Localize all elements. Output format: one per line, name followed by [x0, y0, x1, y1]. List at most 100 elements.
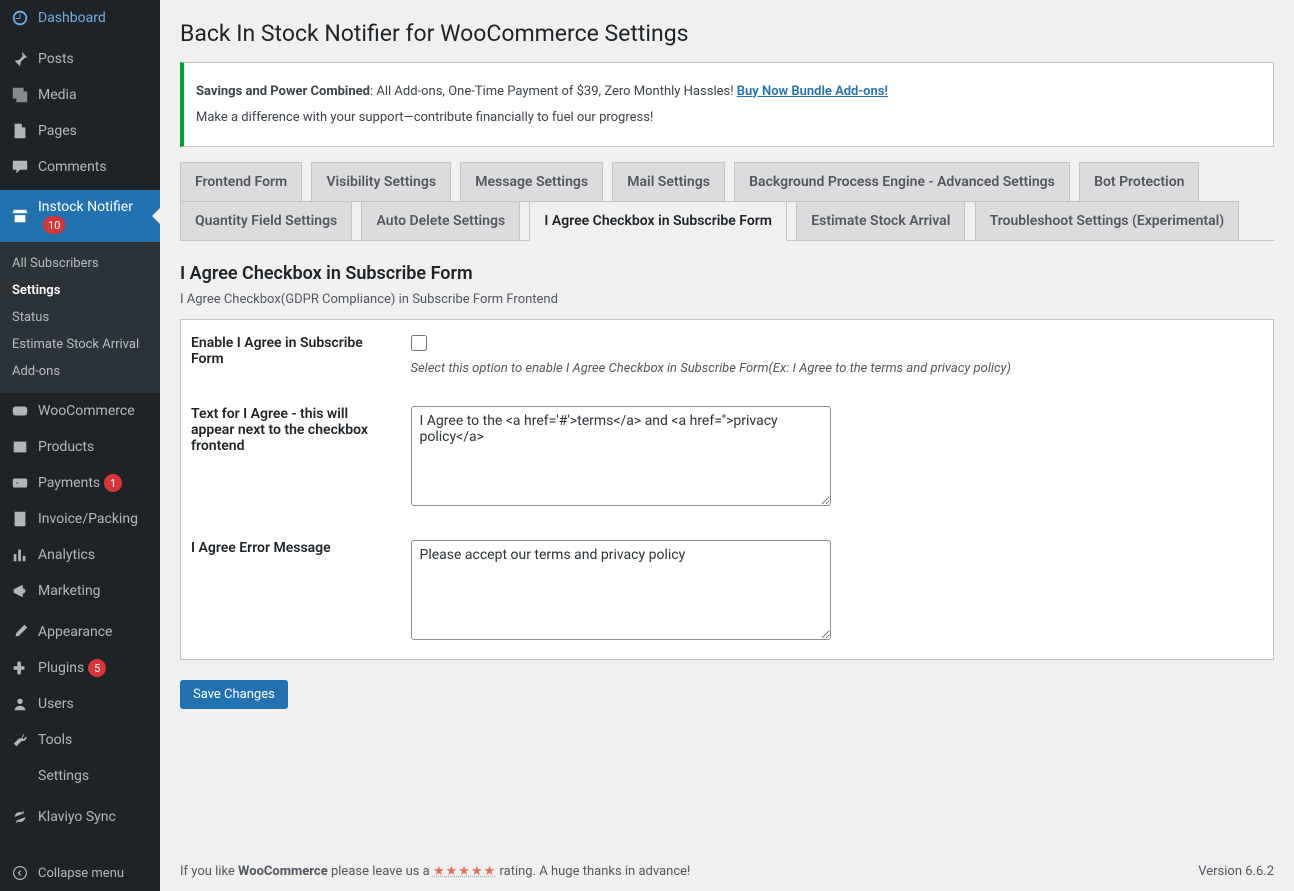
- tab-message-settings[interactable]: Message Settings: [460, 162, 603, 202]
- sidebar-item-label: Instock Notifier: [38, 199, 133, 215]
- promo-notice: Savings and Power Combined: All Add-ons,…: [180, 62, 1274, 147]
- notification-badge: 5: [88, 659, 106, 677]
- sidebar-item-analytics[interactable]: Analytics: [0, 537, 160, 573]
- analytics-icon: [10, 545, 30, 565]
- sidebar-item-dashboard[interactable]: Dashboard: [0, 0, 160, 36]
- sidebar-item-tools[interactable]: Tools: [0, 722, 160, 758]
- plugin-icon: [10, 658, 30, 678]
- sidebar-item-label: Appearance: [38, 623, 112, 641]
- tab-background-process-engine-advanced-settings[interactable]: Background Process Engine - Advanced Set…: [734, 162, 1070, 202]
- sidebar-item-woocommerce[interactable]: WooCommerce: [0, 393, 160, 429]
- sidebar-item-label: Tools: [38, 731, 72, 749]
- tab-troubleshoot-settings-experimental[interactable]: Troubleshoot Settings (Experimental): [975, 201, 1240, 241]
- sidebar-item-products[interactable]: Products: [0, 429, 160, 465]
- page-title: Back In Stock Notifier for WooCommerce S…: [180, 0, 1274, 57]
- footer-mid: please leave us a: [328, 864, 433, 879]
- field-label-error: I Agree Error Message: [181, 525, 401, 660]
- rating-link[interactable]: ★★★★★: [433, 864, 496, 879]
- payments-icon: [10, 473, 30, 493]
- enable-iagree-checkbox[interactable]: [411, 335, 427, 351]
- field-desc-enable: Select this option to enable I Agree Che…: [411, 361, 1264, 376]
- main-content: Back In Stock Notifier for WooCommerce S…: [160, 0, 1294, 891]
- sidebar-item-label: Dashboard: [38, 9, 106, 27]
- sidebar-item-klaviyo[interactable]: Klaviyo Sync: [0, 799, 160, 835]
- tab-quantity-field-settings[interactable]: Quantity Field Settings: [180, 201, 352, 241]
- submenu-status[interactable]: Status: [0, 304, 160, 331]
- notification-badge: 1: [104, 474, 122, 492]
- sidebar-item-payments[interactable]: Payments 1: [0, 465, 160, 501]
- sidebar-item-appearance[interactable]: Appearance: [0, 614, 160, 650]
- sidebar-item-label: Analytics: [38, 546, 95, 564]
- sidebar-item-label: Invoice/Packing: [38, 510, 138, 528]
- sidebar-item-label: Plugins: [38, 659, 84, 677]
- dashboard-icon: [10, 8, 30, 28]
- notification-badge: 10: [43, 216, 65, 234]
- collapse-menu-label: Collapse menu: [38, 866, 124, 881]
- settings-icon: [10, 766, 30, 786]
- field-label-text: Text for I Agree - this will appear next…: [181, 391, 401, 525]
- media-icon: [10, 85, 30, 105]
- tab-i-agree-checkbox-in-subscribe-form[interactable]: I Agree Checkbox in Subscribe Form: [529, 201, 787, 241]
- sync-icon: [10, 807, 30, 827]
- collapse-icon: [10, 863, 30, 883]
- store-icon: [10, 206, 30, 226]
- users-icon: [10, 694, 30, 714]
- sidebar-item-instock-notifier[interactable]: Instock Notifier 10: [0, 190, 160, 242]
- sidebar-item-label: Products: [38, 438, 94, 456]
- submenu-addons[interactable]: Add-ons: [0, 358, 160, 385]
- iagree-text-input[interactable]: [411, 406, 831, 506]
- sidebar-item-label: Users: [38, 695, 74, 713]
- sidebar-item-plugins[interactable]: Plugins 5: [0, 650, 160, 686]
- tab-estimate-stock-arrival[interactable]: Estimate Stock Arrival: [796, 201, 965, 241]
- tools-icon: [10, 730, 30, 750]
- sidebar-item-users[interactable]: Users: [0, 686, 160, 722]
- iagree-error-input[interactable]: [411, 540, 831, 640]
- submenu-settings[interactable]: Settings: [0, 277, 160, 304]
- products-icon: [10, 437, 30, 457]
- sidebar-item-posts[interactable]: Posts: [0, 41, 160, 77]
- settings-tabs: Frontend Form Visibility Settings Messag…: [180, 162, 1274, 241]
- tab-visibility-settings[interactable]: Visibility Settings: [311, 162, 451, 202]
- collapse-menu-button[interactable]: Collapse menu: [0, 855, 160, 891]
- sidebar-item-label: Payments: [38, 474, 100, 492]
- version-text: Version 6.6.2: [1198, 864, 1274, 879]
- sidebar-item-label: Posts: [38, 50, 74, 68]
- footer-post: rating. A huge thanks in advance!: [496, 864, 690, 879]
- admin-sidebar: Dashboard Posts Media Pages Comments Ins…: [0, 0, 160, 891]
- invoice-icon: [10, 509, 30, 529]
- pages-icon: [10, 121, 30, 141]
- tab-bot-protection[interactable]: Bot Protection: [1079, 162, 1199, 202]
- sidebar-item-label: Media: [38, 86, 77, 104]
- submenu-estimate-stock[interactable]: Estimate Stock Arrival: [0, 331, 160, 358]
- admin-footer: If you like WooCommerce please leave us …: [180, 864, 1274, 879]
- sidebar-item-pages[interactable]: Pages: [0, 113, 160, 149]
- notice-strong: Savings and Power Combined: [196, 84, 370, 99]
- pin-icon: [10, 49, 30, 69]
- sidebar-item-label: Pages: [38, 122, 77, 140]
- sidebar-item-label: Comments: [38, 158, 107, 176]
- sidebar-item-comments[interactable]: Comments: [0, 149, 160, 185]
- section-title: I Agree Checkbox in Subscribe Form: [180, 263, 1274, 284]
- notice-line2: Make a difference with your support—cont…: [196, 108, 1261, 128]
- buy-bundle-link[interactable]: Buy Now Bundle Add-ons!: [737, 84, 888, 99]
- woocommerce-icon: [10, 401, 30, 421]
- notice-text: : All Add-ons, One-Time Payment of $39, …: [370, 84, 737, 99]
- tab-frontend-form[interactable]: Frontend Form: [180, 162, 302, 202]
- megaphone-icon: [10, 581, 30, 601]
- sidebar-item-label: WooCommerce: [38, 402, 135, 420]
- brush-icon: [10, 622, 30, 642]
- section-desc: I Agree Checkbox(GDPR Compliance) in Sub…: [180, 292, 1274, 307]
- settings-form-table: Enable I Agree in Subscribe Form Select …: [180, 319, 1274, 660]
- tab-auto-delete-settings[interactable]: Auto Delete Settings: [361, 201, 520, 241]
- sidebar-item-label: Settings: [38, 767, 89, 785]
- sidebar-item-media[interactable]: Media: [0, 77, 160, 113]
- field-label-enable: Enable I Agree in Subscribe Form: [181, 319, 401, 391]
- sidebar-item-settings[interactable]: Settings: [0, 758, 160, 794]
- footer-brand: WooCommerce: [238, 864, 328, 879]
- submenu-all-subscribers[interactable]: All Subscribers: [0, 250, 160, 277]
- sidebar-item-marketing[interactable]: Marketing: [0, 573, 160, 609]
- sidebar-item-invoice[interactable]: Invoice/Packing: [0, 501, 160, 537]
- tab-mail-settings[interactable]: Mail Settings: [612, 162, 725, 202]
- save-button[interactable]: Save Changes: [180, 680, 288, 709]
- submenu-instock-notifier: All Subscribers Settings Status Estimate…: [0, 242, 160, 393]
